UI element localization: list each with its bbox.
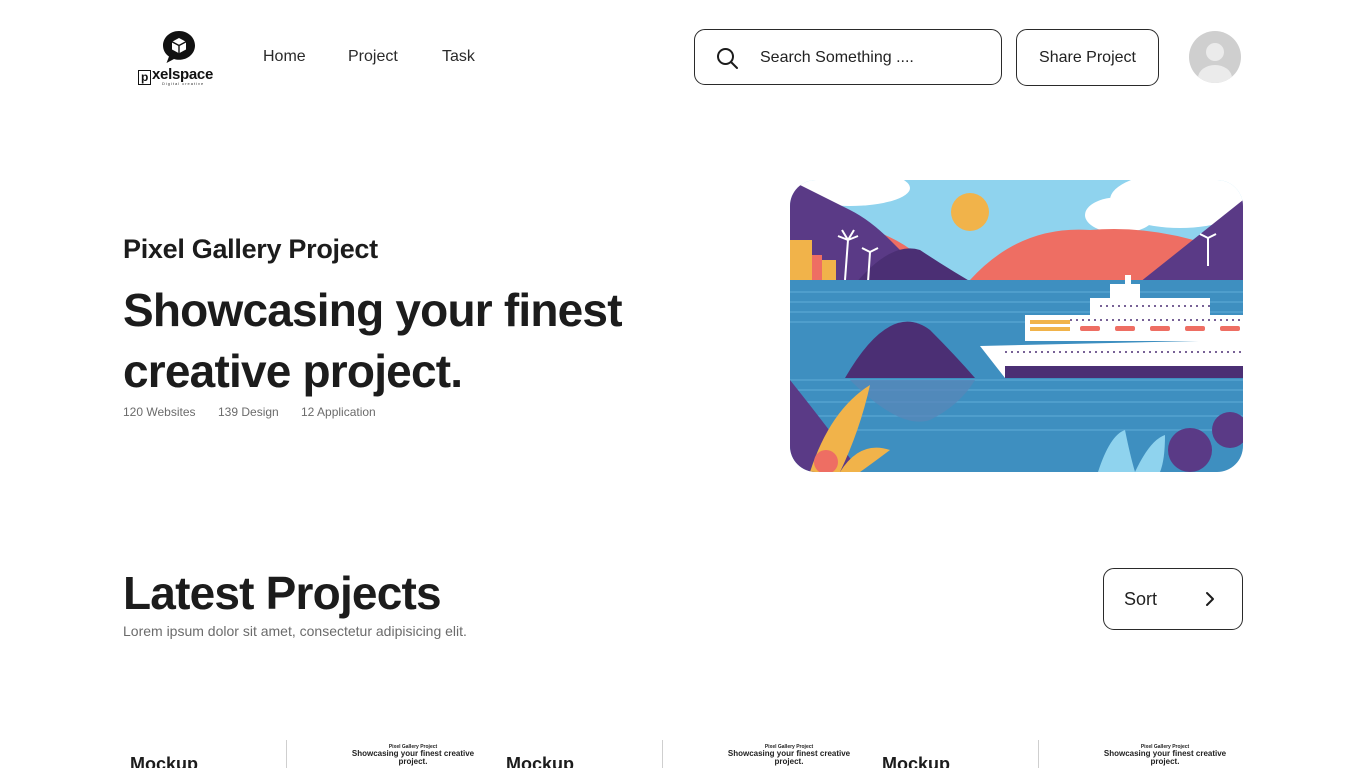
sort-label: Sort	[1124, 589, 1158, 609]
card-preview: Pixel Gallery Project Showcasing your fi…	[343, 744, 483, 766]
card-preview-title: Showcasing your finest creative project.	[1103, 749, 1227, 766]
chat-bubble-cube-icon	[163, 31, 195, 63]
card-preview: Pixel Gallery Project Showcasing your fi…	[719, 744, 859, 766]
hero-title: Showcasing your finest creative project.	[123, 284, 623, 397]
nav-task[interactable]: Task	[442, 48, 475, 66]
project-card[interactable]: Mockup Pixel Gallery Project Showcasing …	[499, 738, 874, 768]
card-divider	[286, 740, 287, 768]
card-mockup-label: Mockup	[882, 754, 951, 768]
card-divider	[1038, 740, 1039, 768]
stat-websites: 120 Websites	[123, 405, 196, 419]
nav-home[interactable]: Home	[263, 48, 306, 66]
sort-button[interactable]: Sort	[1103, 568, 1243, 630]
search-icon	[717, 48, 738, 69]
card-divider	[662, 740, 663, 768]
card-mockup-label: Mockup	[130, 754, 199, 768]
stat-application: 12 Application	[301, 405, 376, 419]
card-mockup-label: Mockup	[506, 754, 575, 768]
pixelspace-logo[interactable]: p xelspace Digital creative	[138, 30, 222, 86]
hero-illustration	[790, 180, 1243, 472]
card-preview: Pixel Gallery Project Showcasing your fi…	[1095, 744, 1235, 766]
hero-subtitle: Pixel Gallery Project	[123, 234, 378, 264]
latest-projects-title: Latest Projects	[123, 567, 442, 619]
cruise-ship-illustration	[790, 180, 1243, 472]
chevron-right-icon	[1206, 592, 1214, 606]
project-card[interactable]: Mockup Pixel Gallery Project Showcasing …	[875, 738, 1250, 768]
search-placeholder: Search Something ....	[760, 49, 914, 66]
card-preview-title: Showcasing your finest creative project.	[351, 749, 475, 766]
latest-projects-description: Lorem ipsum dolor sit amet, consectetur …	[123, 623, 467, 639]
search-input[interactable]: Search Something ....	[694, 29, 1002, 85]
share-project-button[interactable]: Share Project	[1016, 29, 1159, 86]
nav-project[interactable]: Project	[348, 48, 398, 66]
avatar-silhouette-icon	[1198, 43, 1232, 83]
card-preview-title: Showcasing your finest creative project.	[727, 749, 851, 766]
project-card[interactable]: Mockup Pixel Gallery Project Showcasing …	[123, 738, 498, 768]
logo-tagline: Digital creative	[162, 81, 205, 86]
user-avatar-icon[interactable]	[1189, 31, 1241, 83]
stat-design: 139 Design	[218, 405, 279, 419]
